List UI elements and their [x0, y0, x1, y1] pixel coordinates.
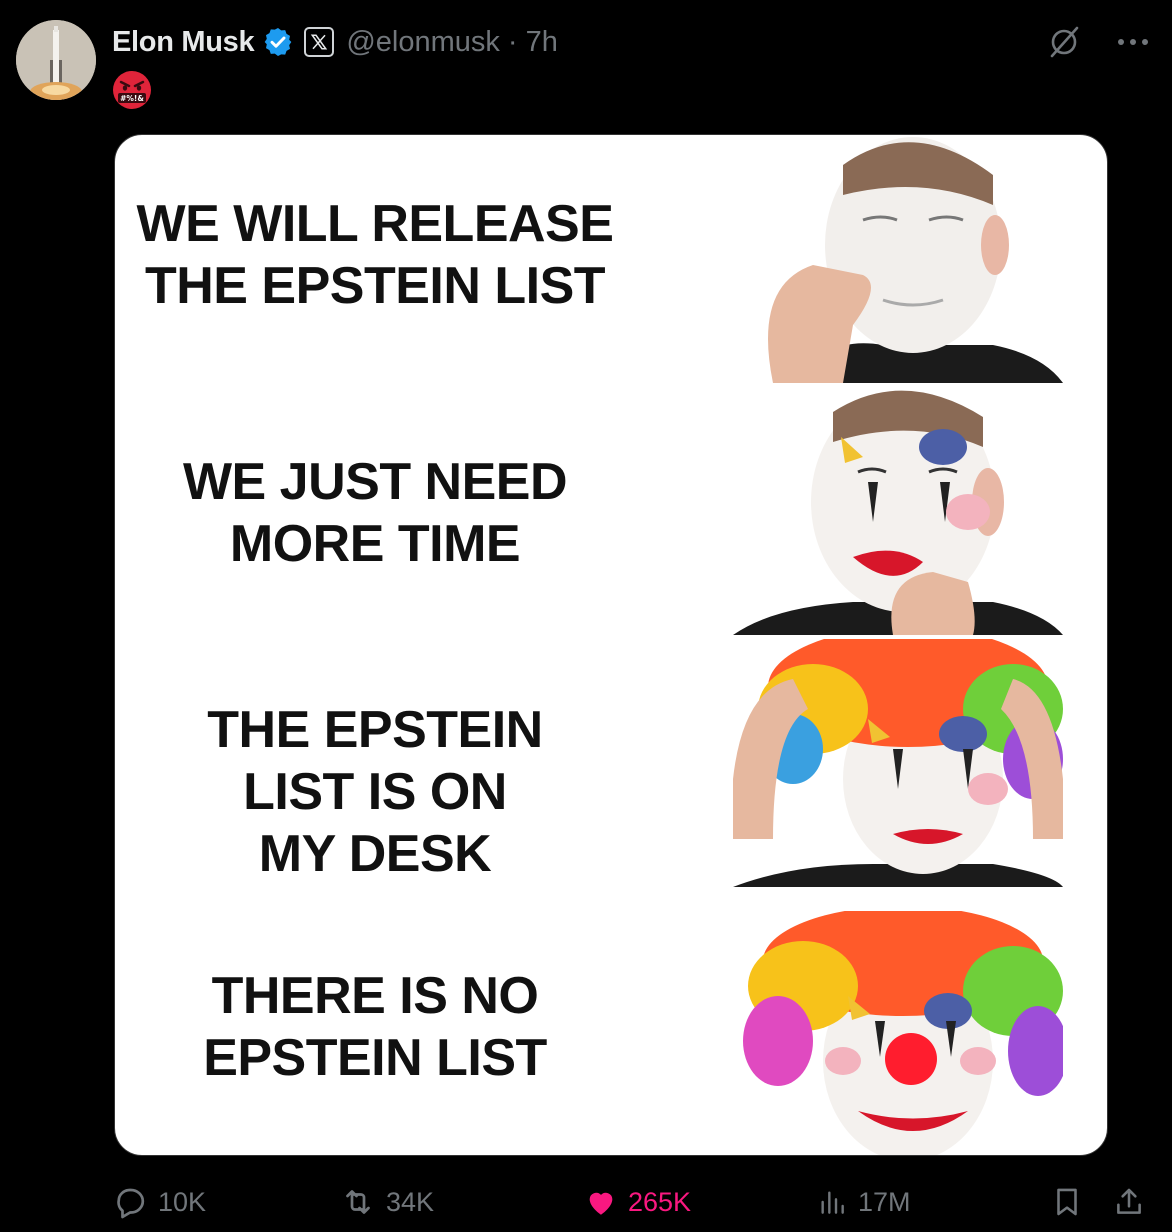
- views-icon: [821, 1191, 844, 1214]
- bookmark-icon: [1057, 1188, 1077, 1216]
- share-button[interactable]: [1112, 1182, 1146, 1222]
- post-media-image[interactable]: WE WILL RELEASE THE EPSTEIN LIST WE JUST…: [114, 134, 1108, 1156]
- post-action-bar: 10K 34K 265K 17M: [112, 1182, 1152, 1222]
- x-badge-icon[interactable]: [304, 27, 335, 57]
- rocket-launch-image: [16, 20, 96, 100]
- post-top-actions: [1046, 24, 1150, 60]
- bookmark-button[interactable]: [1050, 1182, 1084, 1222]
- cursing-face-emoji: #%!&: [113, 71, 151, 109]
- clown-face-panel-1: [733, 135, 1063, 383]
- clown-face-panel-4: [733, 911, 1063, 1155]
- clown-face-panel-3: [733, 639, 1063, 887]
- post-time[interactable]: 7h: [526, 26, 558, 59]
- view-count: 17M: [858, 1186, 911, 1217]
- repost-button[interactable]: 34K: [340, 1182, 434, 1222]
- post-text: #%!&: [112, 70, 152, 115]
- heart-icon: [589, 1192, 613, 1215]
- meme-panel-3-text: THE EPSTEIN LIST IS ON MY DESK: [207, 701, 543, 883]
- reply-count: 10K: [158, 1186, 207, 1217]
- post-header: Elon Musk @elonmusk · 7h: [112, 22, 558, 62]
- views-button[interactable]: 17M: [816, 1182, 911, 1222]
- author-name[interactable]: Elon Musk: [112, 26, 255, 59]
- more-icon[interactable]: [1116, 37, 1150, 47]
- like-button[interactable]: 265K: [584, 1182, 691, 1222]
- grok-icon[interactable]: [1046, 24, 1082, 60]
- repost-count: 34K: [386, 1186, 435, 1217]
- clown-face-panel-2: [733, 387, 1063, 635]
- avatar[interactable]: [16, 20, 96, 100]
- separator-dot: ·: [507, 25, 518, 58]
- meme-panel-1-text: WE WILL RELEASE THE EPSTEIN LIST: [136, 195, 614, 315]
- meme-panel-2-text: WE JUST NEED MORE TIME: [182, 453, 568, 573]
- author-handle[interactable]: @elonmusk: [346, 26, 500, 59]
- like-count: 265K: [628, 1186, 692, 1217]
- meme-panel-4-text: THERE IS NO EPSTEIN LIST: [203, 967, 547, 1087]
- reply-button[interactable]: 10K: [112, 1182, 206, 1222]
- svg-text:#%!&: #%!&: [120, 94, 144, 103]
- repost-icon: [346, 1190, 370, 1214]
- share-icon: [1117, 1188, 1141, 1214]
- verified-icon[interactable]: [262, 26, 294, 58]
- reply-icon: [117, 1188, 145, 1219]
